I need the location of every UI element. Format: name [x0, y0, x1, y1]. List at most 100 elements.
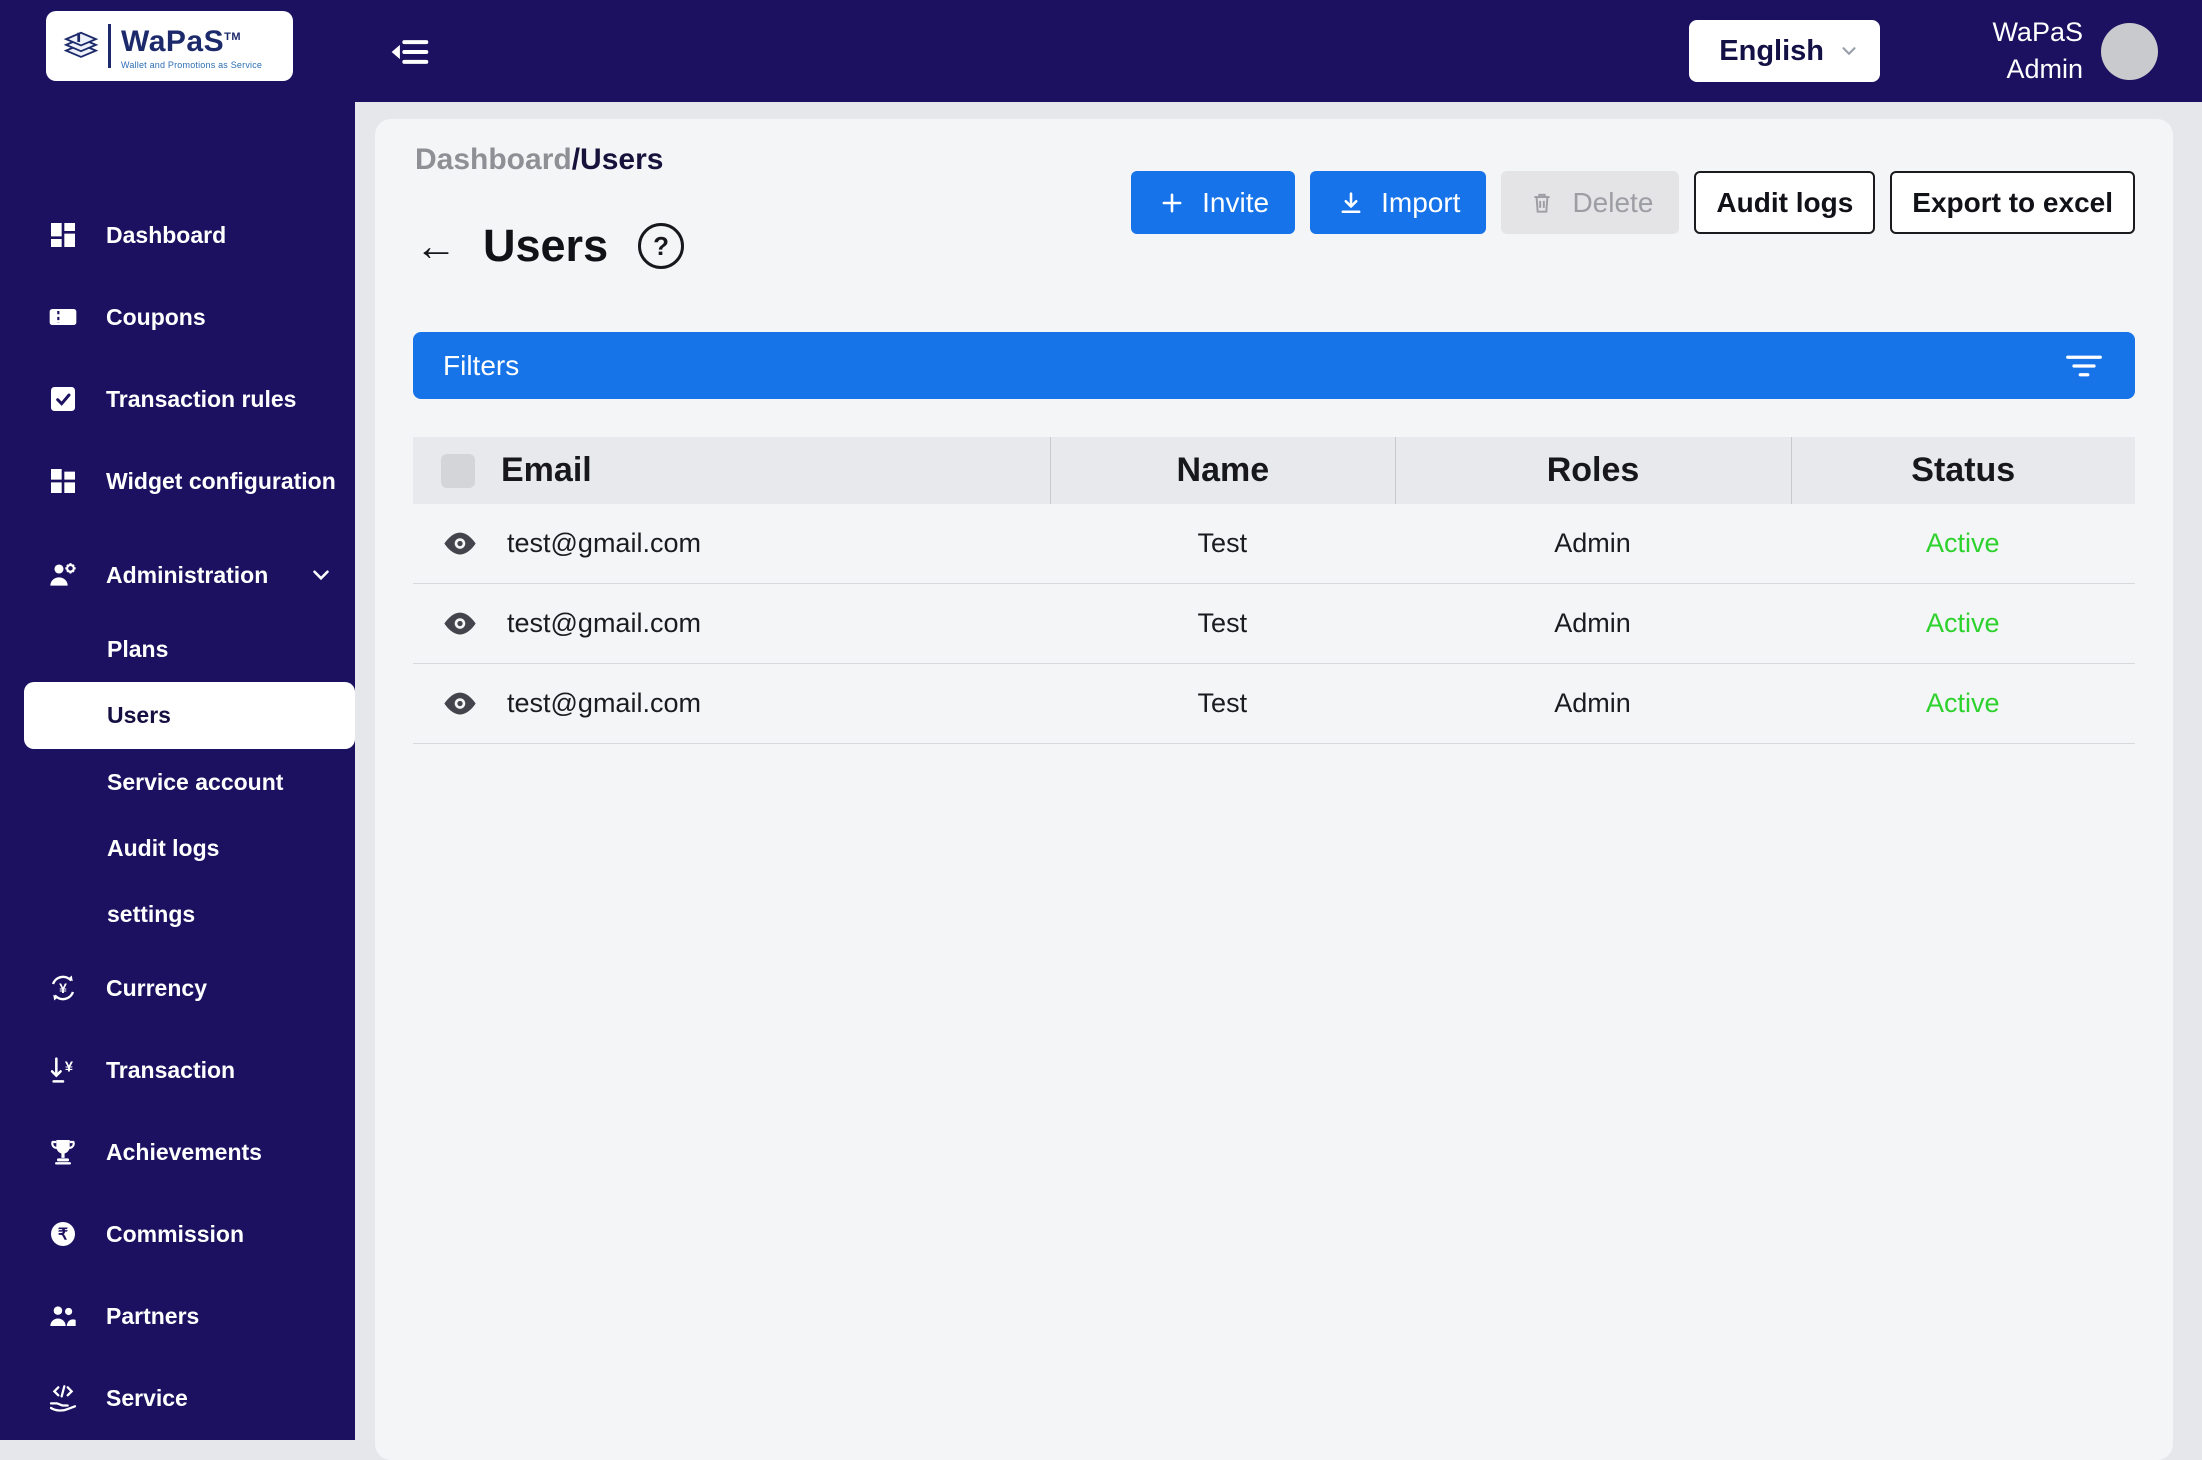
sidebar: WaPaSTM Wallet and Promotions as Service… — [0, 0, 355, 1440]
header-email: Email — [501, 451, 592, 489]
cell-roles: Admin — [1554, 608, 1631, 638]
sidebar-item-dashboard[interactable]: Dashboard — [0, 194, 355, 276]
admin-user-gear-icon — [46, 558, 80, 592]
breadcrumb-current: Users — [580, 143, 664, 176]
users-page-card: Dashboard/Users Invite Import Delete Aud… — [375, 119, 2173, 1460]
table-row[interactable]: test@gmail.com Test Admin Active — [413, 664, 2135, 744]
view-user-eye-icon[interactable] — [441, 610, 481, 638]
select-all-checkbox[interactable] — [441, 453, 475, 488]
sidebar-item-widget-configuration[interactable]: Widget configuration — [0, 440, 355, 522]
transaction-yen-icon: ¥ — [46, 1053, 80, 1087]
table-header-row: Email Name Roles Status — [413, 437, 2135, 504]
cell-roles: Admin — [1554, 688, 1631, 718]
main-content: Dashboard/Users Invite Import Delete Aud… — [355, 102, 2202, 1460]
cell-email: test@gmail.com — [507, 688, 701, 718]
partners-people-icon — [46, 1299, 80, 1333]
sidebar-item-label: Widget configuration — [106, 467, 336, 494]
widgets-icon — [46, 464, 80, 498]
svg-text:¥: ¥ — [65, 1059, 74, 1075]
currency-exchange-icon: ¥ — [46, 971, 80, 1005]
breadcrumb-separator: / — [571, 143, 581, 176]
sidebar-item-coupons[interactable]: Coupons — [0, 276, 355, 358]
svg-text:₹: ₹ — [58, 1227, 68, 1244]
filters-bar[interactable]: Filters — [413, 332, 2135, 399]
filter-icon — [2066, 355, 2102, 376]
sidebar-item-achievements[interactable]: Achievements — [0, 1111, 355, 1193]
brand-logo[interactable]: WaPaSTM Wallet and Promotions as Service — [46, 11, 293, 81]
export-to-excel-button[interactable]: Export to excel — [1890, 171, 2135, 234]
table-row[interactable]: test@gmail.com Test Admin Active — [413, 504, 2135, 584]
sidebar-item-transaction-rules[interactable]: Transaction rules — [0, 358, 355, 440]
sidebar-item-label: Partners — [106, 1302, 200, 1329]
sidebar-item-label: Dashboard — [106, 221, 227, 248]
sidebar-collapse-icon[interactable] — [390, 30, 434, 74]
header-status: Status — [1911, 451, 2016, 489]
users-table: Email Name Roles Status test@gmail.com T… — [413, 437, 2135, 744]
view-user-eye-icon[interactable] — [441, 690, 481, 718]
trash-icon — [1527, 188, 1557, 218]
sidebar-subitem-label: settings — [107, 900, 196, 927]
trophy-icon — [46, 1135, 80, 1169]
breadcrumb-dashboard-link[interactable]: Dashboard — [415, 143, 572, 176]
service-code-hand-icon — [46, 1381, 80, 1415]
sidebar-subitem-users[interactable]: Users — [24, 682, 355, 749]
status-badge: Active — [1925, 528, 2000, 558]
sidebar-item-label: Transaction — [106, 1056, 236, 1083]
wapas-logo-icon — [63, 31, 99, 58]
language-label: English — [1719, 34, 1824, 67]
cell-roles: Admin — [1554, 528, 1631, 558]
sidebar-item-partners[interactable]: Partners — [0, 1275, 355, 1357]
plus-icon — [1157, 188, 1187, 218]
sidebar-item-commission[interactable]: ₹ Commission — [0, 1193, 355, 1275]
status-badge: Active — [1925, 608, 2000, 638]
sidebar-subitem-audit-logs[interactable]: Audit logs — [0, 815, 355, 881]
audit-logs-button[interactable]: Audit logs — [1694, 171, 1876, 234]
sidebar-item-service[interactable]: Service — [0, 1357, 355, 1439]
cell-name: Test — [1197, 528, 1248, 558]
help-icon[interactable]: ? — [638, 223, 685, 269]
avatar[interactable] — [2101, 23, 2158, 80]
download-icon — [1336, 188, 1366, 218]
import-button[interactable]: Import — [1310, 171, 1487, 234]
sidebar-item-administration[interactable]: Administration — [0, 534, 355, 616]
sidebar-subitem-label: Plans — [107, 635, 169, 662]
cell-email: test@gmail.com — [507, 528, 701, 558]
sidebar-item-label: Transaction rules — [106, 385, 297, 412]
svg-text:¥: ¥ — [59, 980, 67, 996]
dashboard-icon — [46, 218, 80, 252]
brand-tagline: Wallet and Promotions as Service — [121, 60, 263, 70]
sidebar-item-transaction[interactable]: ¥ Transaction — [0, 1029, 355, 1111]
brand-name: WaPaSTM — [121, 25, 241, 58]
chevron-down-icon — [313, 570, 330, 581]
language-selector[interactable]: English — [1689, 20, 1880, 82]
sidebar-item-currency[interactable]: ¥ Currency — [0, 947, 355, 1029]
cell-name: Test — [1197, 688, 1248, 718]
sidebar-subitem-settings[interactable]: settings — [0, 881, 355, 947]
sidebar-nav: Dashboard Coupons Transaction rules Widg… — [0, 194, 355, 1439]
delete-button[interactable]: Delete — [1501, 171, 1680, 234]
sidebar-subitem-plans[interactable]: Plans — [0, 616, 355, 682]
sidebar-item-label: Administration — [106, 561, 269, 588]
cell-email: test@gmail.com — [507, 608, 701, 638]
sidebar-subitem-label: Service account — [107, 768, 284, 795]
invite-button[interactable]: Invite — [1131, 171, 1296, 234]
sidebar-item-label: Service — [106, 1384, 188, 1411]
cell-name: Test — [1197, 608, 1248, 638]
chevron-down-icon — [1842, 47, 1856, 56]
page-actions: Invite Import Delete Audit logs Export t… — [1131, 171, 2135, 234]
view-user-eye-icon[interactable] — [441, 530, 481, 558]
header-name: Name — [1176, 451, 1270, 489]
sidebar-subitem-label: Users — [107, 702, 171, 728]
rupee-circle-icon: ₹ — [46, 1217, 80, 1251]
logo-divider — [108, 24, 111, 68]
filters-label: Filters — [443, 349, 520, 381]
table-row[interactable]: test@gmail.com Test Admin Active — [413, 584, 2135, 664]
status-badge: Active — [1925, 688, 2000, 718]
rules-check-icon — [46, 382, 80, 416]
sidebar-item-label: Commission — [106, 1220, 245, 1247]
sidebar-subitem-label: Audit logs — [107, 834, 220, 861]
sidebar-subitem-service-account[interactable]: Service account — [0, 749, 355, 815]
sidebar-item-label: Currency — [106, 974, 207, 1001]
back-arrow[interactable]: ← — [415, 225, 457, 267]
page-title: Users — [483, 220, 609, 271]
